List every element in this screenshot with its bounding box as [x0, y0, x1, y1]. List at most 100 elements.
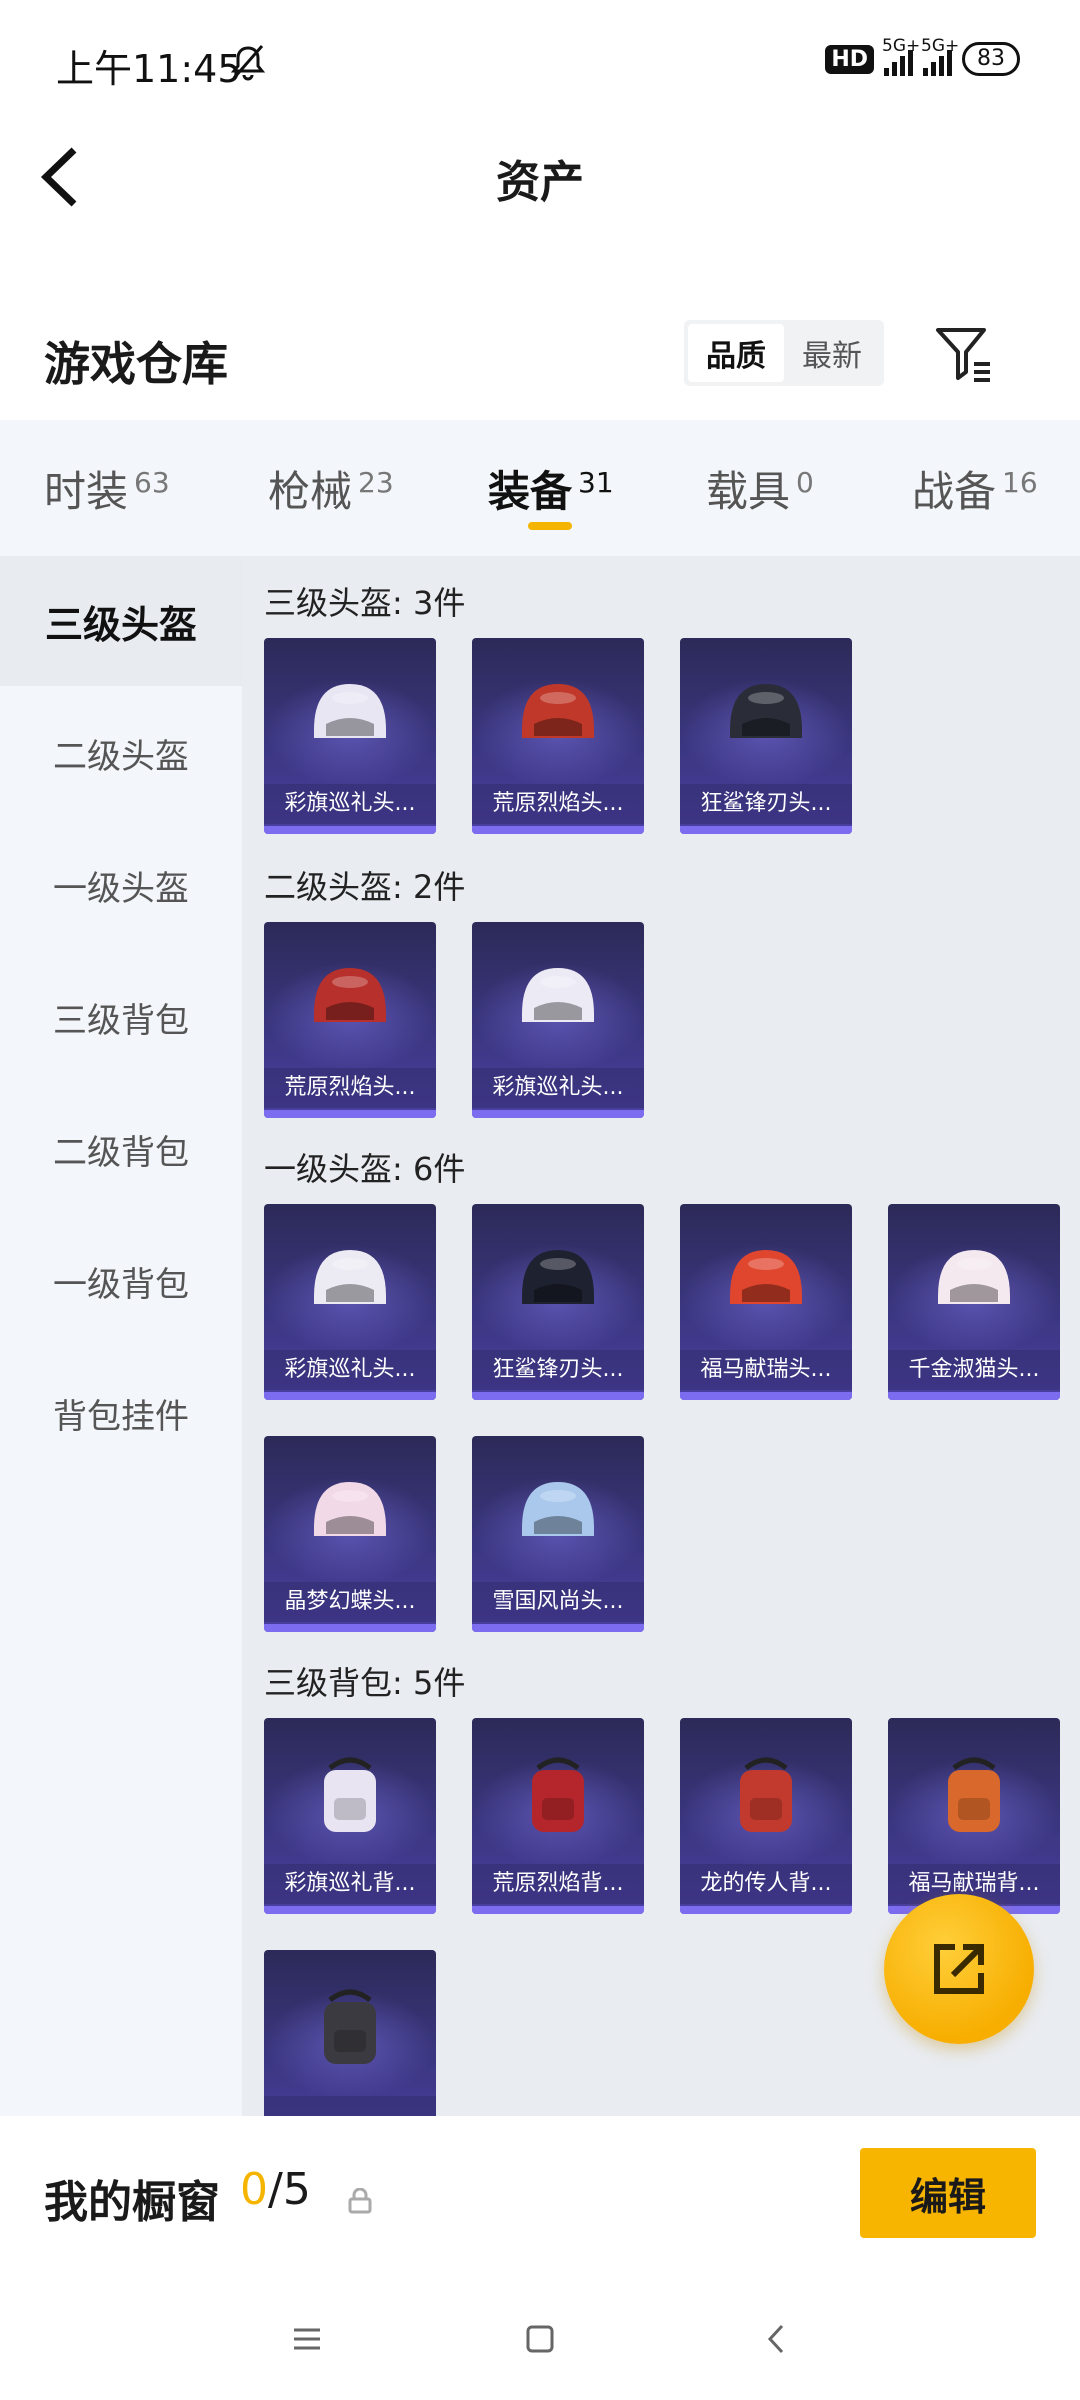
menu-item-helmet-3[interactable]: 三级头盔 — [0, 556, 242, 686]
tab-fashion[interactable]: 时装 63 — [44, 458, 170, 519]
item-card[interactable]: 彩旗巡礼背... — [264, 1718, 436, 1914]
menu-item-backpack-2[interactable]: 二级背包 — [0, 1084, 242, 1214]
item-card[interactable]: 福马献瑞背... — [888, 1718, 1060, 1914]
item-card[interactable]: 雪国风尚头... — [472, 1436, 644, 1632]
quality-bar — [472, 1906, 644, 1914]
item-card[interactable]: 狂鲨锋刃头... — [680, 638, 852, 834]
showcase-used: 0 — [240, 2164, 268, 2215]
helmet-icon — [522, 1482, 594, 1536]
quality-bar — [888, 1392, 1060, 1400]
helmet-icon — [314, 1250, 386, 1304]
hd-icon: HD — [825, 44, 874, 74]
quality-bar — [472, 826, 644, 834]
backpack-icon — [324, 1989, 376, 2064]
tab-label: 战备 — [912, 467, 997, 516]
tab-vehicles[interactable]: 载具 0 — [706, 458, 814, 519]
section-title: 三级背包: 5件 — [264, 1664, 466, 1702]
item-name: 狂鲨锋刃头... — [472, 1350, 644, 1390]
lock-icon — [348, 2187, 372, 2214]
item-name: 彩旗巡礼头... — [264, 784, 436, 824]
signal-icon: 5G+ — [882, 36, 920, 76]
item-card[interactable] — [264, 1950, 436, 2116]
tab-equipment[interactable]: 装备 31 — [488, 458, 614, 519]
sort-quality-button[interactable]: 品质 — [688, 324, 784, 382]
item-card[interactable]: 彩旗巡礼头... — [264, 638, 436, 834]
item-card[interactable]: 彩旗巡礼头... — [472, 922, 644, 1118]
tab-count: 23 — [358, 466, 394, 499]
status-right: HD 5G+ 5G+ 83 — [825, 36, 1020, 76]
menu-item-helmet-2[interactable]: 二级头盔 — [0, 688, 242, 818]
item-card[interactable]: 彩旗巡礼头... — [264, 1204, 436, 1400]
quality-bar — [264, 1392, 436, 1400]
menu-item-helmet-1[interactable]: 一级头盔 — [0, 820, 242, 950]
backpack-icon — [324, 1757, 376, 1832]
item-name: 狂鲨锋刃头... — [680, 784, 852, 824]
item-name: 千金淑猫头... — [888, 1350, 1060, 1390]
tab-active-indicator — [528, 522, 572, 530]
item-name — [264, 2096, 436, 2116]
item-card[interactable]: 荒原烈焰背... — [472, 1718, 644, 1914]
item-card[interactable]: 晶梦幻蝶头... — [264, 1436, 436, 1632]
home-icon[interactable] — [515, 2314, 565, 2364]
item-card[interactable]: 福马献瑞头... — [680, 1204, 852, 1400]
showcase-label: 我的橱窗 — [44, 2177, 220, 2228]
status-time: 上午11:45 — [56, 47, 242, 91]
tab-supplies[interactable]: 战备 16 — [912, 458, 1038, 519]
tab-label: 载具 — [706, 467, 791, 516]
helmet-icon — [522, 968, 594, 1022]
helmet-icon — [730, 1250, 802, 1304]
helmet-icon — [730, 684, 802, 738]
item-name: 荒原烈焰背... — [472, 1864, 644, 1904]
network-label: 5G+ — [882, 36, 921, 56]
item-card[interactable]: 荒原烈焰头... — [472, 638, 644, 834]
item-card[interactable]: 千金淑猫头... — [888, 1204, 1060, 1400]
backpack-icon — [532, 1757, 584, 1832]
showcase-count: 0/5 — [240, 2164, 311, 2215]
item-card[interactable]: 龙的传人背... — [680, 1718, 852, 1914]
quality-bar — [472, 1392, 644, 1400]
share-button[interactable] — [884, 1894, 1034, 2044]
quality-bar — [680, 1906, 852, 1914]
tab-label: 装备 — [488, 467, 573, 516]
item-card[interactable]: 荒原烈焰头... — [264, 922, 436, 1118]
showcase-total: /5 — [268, 2164, 311, 2215]
filter-icon[interactable] — [932, 322, 996, 386]
tab-label: 时装 — [44, 467, 129, 516]
page-title: 资产 — [496, 157, 584, 208]
helmet-icon — [938, 1250, 1010, 1304]
sort-newest-button[interactable]: 最新 — [784, 324, 880, 382]
helmet-icon — [314, 1482, 386, 1536]
edit-button[interactable]: 编辑 — [860, 2148, 1036, 2238]
item-name: 晶梦幻蝶头... — [264, 1582, 436, 1622]
tab-count: 16 — [1002, 466, 1038, 499]
menu-item-backpack-1[interactable]: 一级背包 — [0, 1216, 242, 1346]
backpack-icon — [740, 1757, 792, 1832]
network-label: 5G+ — [921, 36, 960, 56]
quality-bar — [264, 1624, 436, 1632]
tab-label: 枪械 — [268, 467, 353, 516]
status-bar: 上午11:45 HD 5G+ 5G+ 83 — [0, 0, 1080, 120]
tab-guns[interactable]: 枪械 23 — [268, 458, 394, 519]
helmet-icon — [314, 684, 386, 738]
menu-item-backpack-charm[interactable]: 背包挂件 — [0, 1348, 242, 1478]
quality-bar — [680, 826, 852, 834]
category-tabs: 时装 63 枪械 23 装备 31 载具 0 战备 16 — [0, 420, 1080, 556]
mute-icon — [226, 40, 270, 84]
subcategory-menu: 三级头盔 二级头盔 一级头盔 三级背包 二级背包 一级背包 背包挂件 — [0, 556, 242, 2116]
signal-icon: 5G+ — [921, 36, 959, 76]
quality-bar — [680, 1392, 852, 1400]
item-name: 彩旗巡礼头... — [264, 1350, 436, 1390]
helmet-icon — [314, 968, 386, 1022]
quality-bar — [472, 1110, 644, 1118]
menu-icon[interactable] — [282, 2314, 332, 2364]
tab-count: 0 — [796, 466, 814, 499]
header: 资产 — [0, 120, 1080, 230]
tab-count: 63 — [134, 466, 170, 499]
back-icon[interactable] — [752, 2314, 802, 2364]
item-card[interactable]: 狂鲨锋刃头... — [472, 1204, 644, 1400]
showcase-bar: 我的橱窗 0/5 编辑 — [0, 2116, 1080, 2280]
section-title: 一级头盔: 6件 — [264, 1150, 466, 1188]
menu-item-backpack-3[interactable]: 三级背包 — [0, 952, 242, 1082]
helmet-icon — [522, 1250, 594, 1304]
section-title: 三级头盔: 3件 — [264, 584, 466, 622]
